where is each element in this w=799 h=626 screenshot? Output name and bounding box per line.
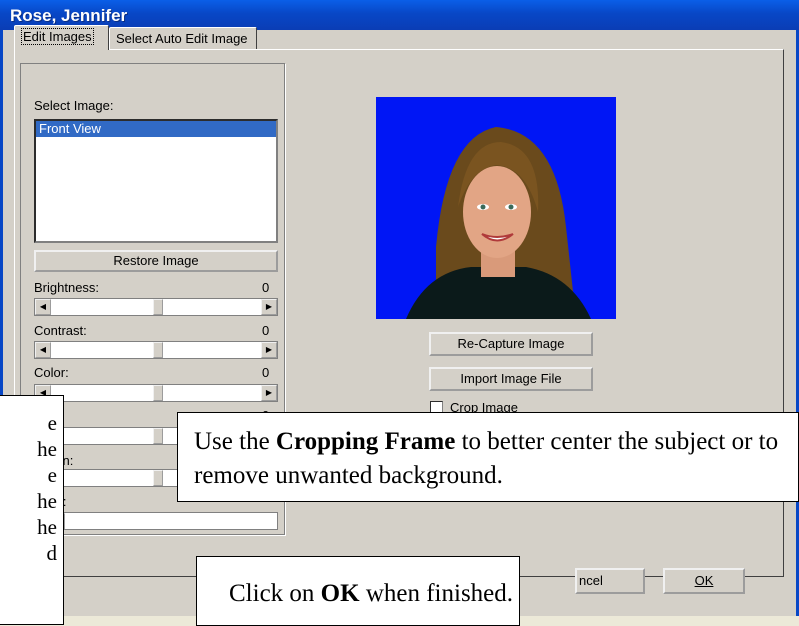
tab-edit-images-label: Edit Images <box>21 28 94 45</box>
select-image-label: Select Image: <box>34 98 114 113</box>
callout-bold-text: Cropping Frame <box>275 428 456 455</box>
callout-text: Use the <box>194 428 276 455</box>
slider-thumb[interactable] <box>153 470 163 486</box>
list-item[interactable]: Front View <box>36 121 276 137</box>
callout-line: he <box>37 437 57 461</box>
cancel-button[interactable]: ncel <box>575 568 645 594</box>
slider-thumb[interactable] <box>153 342 163 358</box>
color-label: Color: <box>34 365 69 380</box>
callout-line: he <box>37 515 57 539</box>
left-callout: e he e he he d <box>0 395 64 625</box>
scroll-right-icon[interactable]: ▶ <box>261 385 277 401</box>
tab-select-auto-edit-label: Select Auto Edit Image <box>116 31 248 46</box>
zoom-slider[interactable] <box>34 512 278 530</box>
ok-button[interactable]: OK <box>663 568 745 594</box>
contrast-label: Contrast: <box>34 323 87 338</box>
contrast-value: 0 <box>262 323 270 338</box>
import-image-file-button[interactable]: Import Image File <box>429 367 593 391</box>
ok-button-label: OK <box>694 573 714 588</box>
scroll-left-icon[interactable]: ◀ <box>35 342 51 358</box>
callout-line: e <box>47 463 57 487</box>
cropping-callout: Use the Cropping Frame to better center … <box>177 412 799 502</box>
slider-thumb[interactable] <box>153 299 163 315</box>
callout-text: when finished. <box>359 580 514 607</box>
portrait-image <box>376 97 616 319</box>
callout-line: e <box>47 411 57 435</box>
brightness-label: Brightness: <box>34 280 100 295</box>
callout-line: d <box>46 541 58 565</box>
color-value: 0 <box>262 365 270 380</box>
window-title-bar[interactable]: Rose, Jennifer <box>0 0 799 30</box>
slider-thumb[interactable] <box>153 385 163 401</box>
slider-thumb[interactable] <box>153 428 163 444</box>
scroll-right-icon[interactable]: ▶ <box>261 342 277 358</box>
restore-image-button[interactable]: Restore Image <box>34 250 278 272</box>
portrait-illustration <box>376 97 616 319</box>
window-title: Rose, Jennifer <box>10 6 128 25</box>
brightness-value: 0 <box>262 280 270 295</box>
tab-edit-images[interactable]: Edit Images <box>14 25 109 50</box>
image-listbox[interactable]: Front View <box>34 119 278 243</box>
scroll-right-icon[interactable]: ▶ <box>261 299 277 315</box>
callout-text: Click on <box>229 580 321 607</box>
color-slider[interactable]: ◀ ▶ <box>34 384 278 402</box>
contrast-slider[interactable]: ◀ ▶ <box>34 341 278 359</box>
recapture-image-button[interactable]: Re-Capture Image <box>429 332 593 356</box>
callout-line: he <box>37 489 57 513</box>
callout-bold-text: OK <box>320 580 360 607</box>
tab-select-auto-edit-image[interactable]: Select Auto Edit Image <box>109 27 257 49</box>
scroll-left-icon[interactable]: ◀ <box>35 299 51 315</box>
brightness-slider[interactable]: ◀ ▶ <box>34 298 278 316</box>
